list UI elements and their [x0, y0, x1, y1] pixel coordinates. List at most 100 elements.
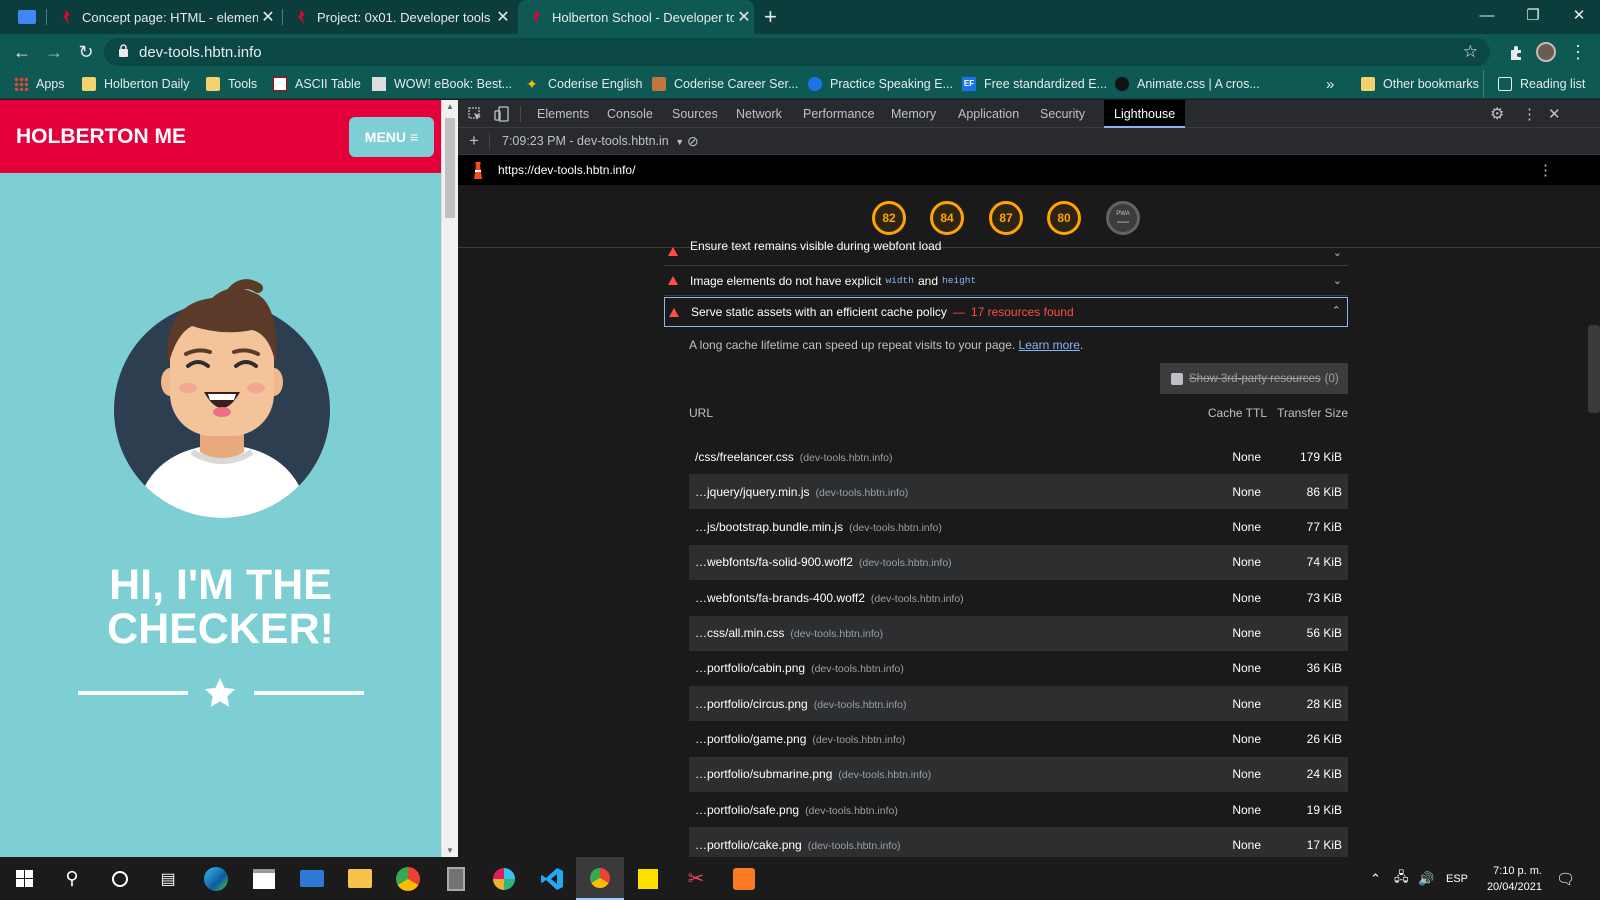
new-report-icon[interactable]: + [469, 131, 479, 151]
score-gauge-accessibility[interactable]: 84 [930, 201, 964, 235]
tab-network[interactable]: Network [736, 100, 782, 128]
audit-image-dimensions[interactable]: Image elements do not have explicit widt… [664, 266, 1348, 296]
reading-list[interactable]: Reading list [1483, 70, 1585, 98]
task-view-icon[interactable]: ▤ [144, 857, 192, 900]
close-window-icon[interactable]: ✕ [1556, 0, 1600, 30]
tab-sources[interactable]: Sources [672, 100, 718, 128]
bookmark-other-bookmarks[interactable]: Other bookmarks [1361, 70, 1479, 98]
tab-concept-page[interactable]: Concept page: HTML - elements ✕ [48, 0, 278, 34]
third-party-toggle[interactable]: Show 3rd-party resources (0) [1160, 363, 1348, 394]
sticky-notes-icon[interactable] [624, 857, 672, 900]
windows-start-icon[interactable] [0, 857, 48, 900]
resource-url[interactable]: …portfolio/cake.png (dev-tools.hbtn.info) [689, 838, 1191, 852]
resource-url[interactable]: …portfolio/circus.png (dev-tools.hbtn.inf… [689, 697, 1191, 711]
extensions-icon[interactable] [1504, 40, 1528, 64]
reload-icon[interactable]: ↻ [74, 40, 98, 64]
cortana-icon[interactable] [96, 857, 144, 900]
more-bookmarks-chevron-icon[interactable]: » [1326, 70, 1334, 98]
scroll-down-icon[interactable]: ▼ [446, 846, 454, 855]
bookmark-star-icon[interactable]: ☆ [1463, 42, 1478, 62]
network-icon[interactable]: 🖧 [1394, 857, 1409, 900]
clock[interactable]: 7:10 p. m. 20/04/2021 [1480, 857, 1542, 900]
tab-elements[interactable]: Elements [537, 100, 589, 128]
resource-url[interactable]: …css/all.min.css (dev-tools.hbtn.info) [689, 626, 1191, 640]
menu-button[interactable]: MENU ≡ [349, 117, 434, 157]
tab-security[interactable]: Security [1040, 100, 1085, 128]
bookmark-animate-css[interactable]: Animate.css | A cros... [1115, 70, 1260, 98]
translate-tab-icon[interactable] [10, 0, 46, 34]
resource-url[interactable]: /css/freelancer.css (dev-tools.hbtn.info) [689, 450, 1191, 464]
audit-cache-policy-expanded[interactable]: Serve static assets with an efficient ca… [664, 297, 1348, 327]
chrome-app-icon[interactable] [384, 857, 432, 900]
back-icon[interactable]: ← [10, 40, 34, 64]
bookmark-holberton-daily[interactable]: Holberton Daily [82, 70, 189, 98]
bookmark-apps[interactable]: Apps [14, 70, 65, 98]
notifications-icon[interactable]: 🗨 [1556, 857, 1575, 900]
bookmark-wow-ebook[interactable]: WOW! eBook: Best... [372, 70, 512, 98]
site-brand[interactable]: HOLBERTON ME [16, 125, 186, 149]
tab-project-developer-tools[interactable]: Project: 0x01. Developer tools | H ✕ [283, 0, 513, 34]
restore-icon[interactable]: ❐ [1510, 0, 1556, 30]
tab-memory[interactable]: Memory [891, 100, 936, 128]
close-tab-icon[interactable]: ✕ [493, 7, 513, 27]
mail-icon[interactable] [288, 857, 336, 900]
input-language[interactable]: ESP [1446, 857, 1468, 900]
audit-webfont-visible[interactable]: Ensure text remains visible during webfo… [664, 238, 1348, 266]
resource-url[interactable]: …webfonts/fa-solid-900.woff2 (dev-tools.h… [689, 555, 1191, 569]
edge-icon[interactable] [192, 857, 240, 900]
report-selector[interactable]: 7:09:23 PM - dev-tools.hbtn.in ▼ [502, 134, 684, 148]
tab-performance[interactable]: Performance [803, 100, 875, 128]
address-bar[interactable]: dev-tools.hbtn.info ☆ [104, 38, 1490, 66]
device-toolbar-icon[interactable] [494, 106, 510, 127]
tab-console[interactable]: Console [607, 100, 653, 128]
bookmark-coderise-english[interactable]: ✦ Coderise English [526, 70, 643, 98]
resource-url[interactable]: …portfolio/game.png (dev-tools.hbtn.info) [689, 732, 1191, 746]
devtools-scrollbar[interactable] [1588, 325, 1600, 413]
new-tab-button[interactable]: + [764, 0, 792, 34]
checkbox[interactable] [1171, 372, 1183, 385]
close-devtools-icon[interactable]: ✕ [1548, 105, 1561, 123]
chrome-menu-icon[interactable]: ⋮ [1566, 40, 1590, 64]
file-explorer-icon[interactable] [336, 857, 384, 900]
score-gauge-best-practices[interactable]: 87 [989, 201, 1023, 235]
score-gauge-seo[interactable]: 80 [1047, 201, 1081, 235]
slack-icon[interactable] [480, 857, 528, 900]
forward-icon[interactable]: → [42, 40, 66, 64]
scroll-thumb[interactable] [445, 118, 455, 218]
inspect-element-icon[interactable] [468, 107, 482, 126]
resource-url[interactable]: …portfolio/cabin.png (dev-tools.hbtn.info… [689, 661, 1191, 675]
resource-url[interactable]: …js/bootstrap.bundle.min.js (dev-tools.hb… [689, 520, 1191, 534]
resource-url[interactable]: …jquery/jquery.min.js (dev-tools.hbtn.inf… [689, 485, 1191, 499]
close-tab-icon[interactable]: ✕ [258, 7, 278, 27]
score-gauge-performance[interactable]: 82 [872, 201, 906, 235]
clear-all-icon[interactable]: ⊘ [687, 133, 699, 150]
score-gauge-pwa[interactable]: PWA — [1106, 201, 1140, 235]
vscode-icon[interactable] [528, 857, 576, 900]
resource-url[interactable]: …portfolio/submarine.png (dev-tools.hbtn.… [689, 767, 1191, 781]
search-icon[interactable]: ⚲ [48, 857, 96, 900]
minimize-icon[interactable]: — [1464, 0, 1510, 30]
scroll-up-icon[interactable]: ▲ [446, 102, 454, 111]
tab-application[interactable]: Application [958, 100, 1019, 128]
tray-chevron-up-icon[interactable]: ⌃ [1370, 857, 1381, 900]
tab-holberton-dev-tools-active[interactable]: Holberton School - Developer to ✕ [518, 0, 754, 34]
bookmark-free-standardized[interactable]: EF Free standardized E... [962, 70, 1107, 98]
devtools-more-icon[interactable]: ⋮ [1522, 105, 1537, 123]
resource-url[interactable]: …webfonts/fa-brands-400.woff2 (dev-tools.… [689, 591, 1191, 605]
bookmark-ascii-table[interactable]: ASCII Table [273, 70, 361, 98]
chrome-active-window-icon[interactable] [576, 857, 624, 900]
xampp-icon[interactable] [720, 857, 768, 900]
bookmark-tools[interactable]: Tools [206, 70, 257, 98]
learn-more-link[interactable]: Learn more [1019, 338, 1080, 352]
resource-url[interactable]: …portfolio/safe.png (dev-tools.hbtn.info) [689, 803, 1191, 817]
profile-avatar[interactable] [1534, 40, 1558, 64]
report-menu-icon[interactable]: ⋮ [1538, 161, 1553, 179]
snipping-tool-icon[interactable]: ✂ [672, 857, 720, 900]
store-icon[interactable] [240, 857, 288, 900]
close-tab-icon[interactable]: ✕ [734, 7, 754, 27]
calculator-icon[interactable] [432, 857, 480, 900]
volume-icon[interactable]: 🔊 [1418, 857, 1434, 900]
page-scrollbar[interactable]: ▲ ▼ [441, 100, 458, 857]
bookmark-coderise-career[interactable]: Coderise Career Ser... [652, 70, 798, 98]
settings-gear-icon[interactable]: ⚙ [1490, 104, 1504, 124]
